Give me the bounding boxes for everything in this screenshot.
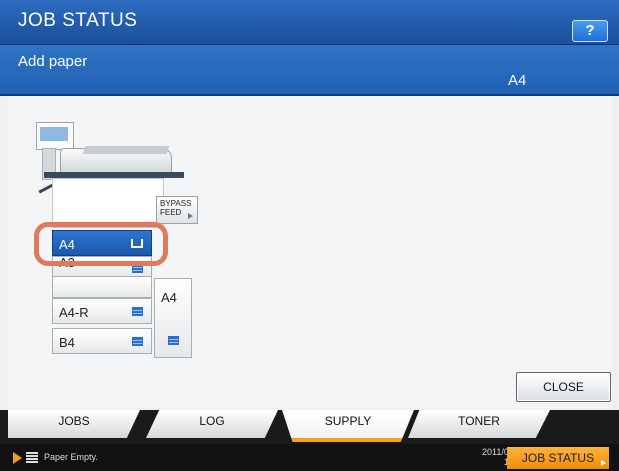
close-button[interactable]: CLOSE bbox=[516, 372, 611, 402]
bypass-feed-button[interactable]: BYPASS FEED bbox=[156, 196, 198, 224]
tab-supply[interactable]: SUPPLY bbox=[282, 410, 414, 442]
paper-stack-icon bbox=[132, 307, 143, 316]
help-button[interactable]: ? bbox=[572, 20, 608, 42]
page-title: JOB STATUS bbox=[18, 10, 138, 31]
control-panel-icon bbox=[36, 122, 74, 150]
large-capacity-feeder[interactable]: A4 bbox=[154, 278, 192, 358]
list-icon bbox=[26, 452, 38, 463]
highlight-ring bbox=[34, 222, 168, 266]
bypass-label-1: BYPASS bbox=[160, 199, 192, 208]
tab-toner[interactable]: TONER bbox=[408, 410, 550, 438]
drawer-4[interactable]: B4 bbox=[52, 328, 152, 354]
message-bar: Add paper A4 bbox=[0, 45, 619, 96]
copier-front-icon bbox=[52, 178, 164, 228]
tab-jobs[interactable]: JOBS bbox=[8, 410, 140, 438]
drawer-label: B4 bbox=[59, 335, 75, 350]
copier-adf-icon bbox=[82, 146, 170, 154]
lcf-label: A4 bbox=[161, 290, 177, 305]
tab-bar: JOBS LOG SUPPLY TONER bbox=[0, 410, 619, 444]
play-icon bbox=[13, 452, 22, 464]
status-bar: Paper Empty. 2011/05/10 15:50 JOB STATUS bbox=[0, 444, 619, 471]
job-status-button[interactable]: JOB STATUS bbox=[507, 447, 609, 469]
status-message: Paper Empty. bbox=[44, 452, 98, 462]
tab-log[interactable]: LOG bbox=[146, 410, 278, 438]
drawer-3[interactable]: A4-R bbox=[52, 298, 152, 324]
title-bar: JOB STATUS ? bbox=[0, 0, 619, 45]
message-text: Add paper bbox=[18, 53, 88, 70]
drawer-label: A4-R bbox=[59, 305, 89, 320]
paper-stack-icon bbox=[132, 337, 143, 346]
drawer-2-lower[interactable] bbox=[52, 276, 152, 298]
message-paper-size: A4 bbox=[508, 72, 527, 89]
paper-stack-icon bbox=[168, 336, 179, 345]
screen: JOB STATUS ? Add paper A4 BYPASS FEED A4… bbox=[0, 0, 619, 471]
arrow-right-icon bbox=[188, 213, 193, 219]
